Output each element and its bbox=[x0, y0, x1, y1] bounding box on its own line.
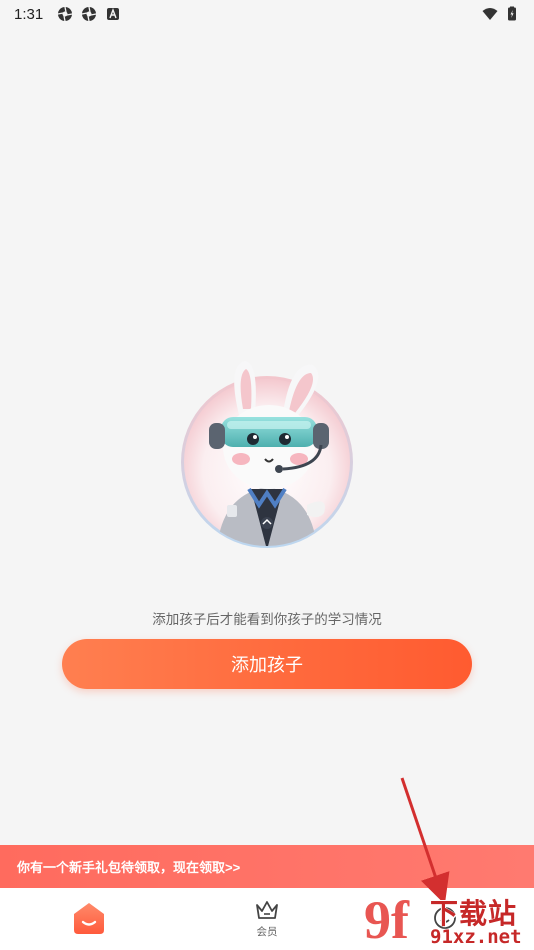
watermark-domain: 91xz.net bbox=[430, 926, 522, 948]
tab-membership-label: 会员 bbox=[256, 926, 278, 938]
aperture-icon bbox=[82, 6, 97, 22]
crown-icon bbox=[256, 901, 278, 919]
promo-text: 你有一个新手礼包待领取，现在领取>> bbox=[17, 860, 241, 875]
status-time: 1:31 bbox=[14, 5, 44, 23]
status-right bbox=[482, 6, 520, 22]
watermark-logo-text: 9f bbox=[364, 890, 410, 950]
wifi-icon bbox=[482, 8, 498, 20]
mascot-avatar bbox=[179, 355, 355, 550]
status-left: 1:31 bbox=[14, 6, 121, 23]
battery-charging-icon bbox=[508, 6, 516, 21]
status-bar: 1:31 bbox=[0, 0, 534, 28]
rabbit-mascot-illustration bbox=[181, 361, 353, 548]
home-icon bbox=[74, 902, 104, 934]
tab-home[interactable] bbox=[0, 888, 178, 950]
add-child-hint: 添加孩子后才能看到你孩子的学习情况 bbox=[152, 612, 382, 627]
translate-a-icon bbox=[107, 8, 120, 20]
add-child-button[interactable]: 添加孩子 bbox=[62, 639, 472, 689]
aperture-icon bbox=[58, 6, 73, 22]
new-user-gift-banner[interactable]: 你有一个新手礼包待领取，现在领取>> bbox=[0, 845, 534, 888]
site-watermark: 9f 下载站 91xz.net bbox=[362, 888, 534, 950]
tab-membership[interactable]: 会员 bbox=[178, 888, 356, 950]
watermark-logo: 9f bbox=[364, 890, 410, 950]
